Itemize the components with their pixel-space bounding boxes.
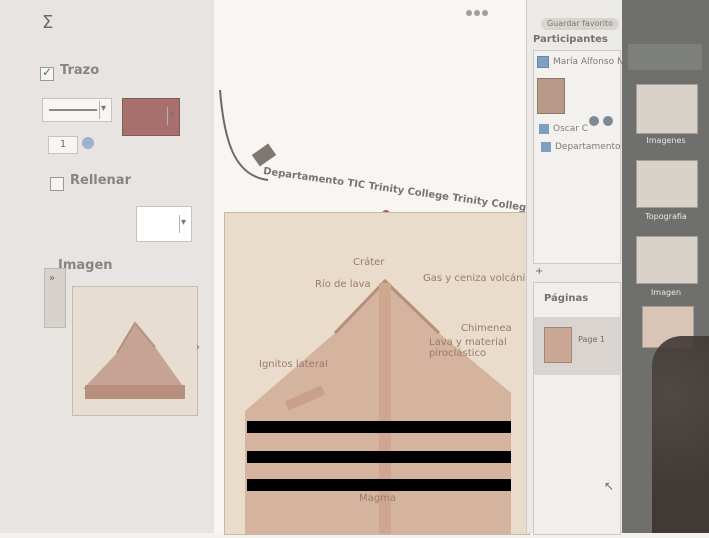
expand-collapse-handle[interactable]: »: [44, 268, 66, 328]
stroke-checkbox[interactable]: [40, 65, 54, 81]
fill-title: Rellenar: [70, 173, 131, 188]
pages-panel: Páginas Page 1 ↖: [533, 282, 621, 535]
sum-icon[interactable]: Σ: [42, 12, 58, 33]
magma-label: Magma: [359, 493, 396, 504]
volcano-thumbnail-icon: [83, 321, 185, 399]
top-status-button[interactable]: Guardar favorito: [541, 18, 619, 30]
page-thumb-row[interactable]: Page 1: [534, 317, 620, 375]
window-controls: [466, 10, 488, 22]
chevron-right-icon[interactable]: ›: [196, 342, 204, 353]
lava-layer-label: Lava y material piroclástico: [429, 337, 507, 359]
fill-color-swatch[interactable]: [136, 206, 192, 242]
page-thumbnail: [544, 327, 572, 363]
rail-thumb-3[interactable]: [636, 236, 698, 284]
lava-flow-label: Río de lava: [315, 279, 371, 290]
fill-checkbox[interactable]: [50, 177, 64, 191]
image-thumbnail[interactable]: [72, 286, 198, 416]
rail-label-1: Imagenes: [646, 136, 686, 145]
rail-label-3: Imagen: [650, 288, 682, 297]
cursor-icon: ↖: [604, 479, 615, 493]
participants-panel: Participantes Guardar favorito María Alf…: [526, 0, 688, 535]
mic-icon[interactable]: [589, 116, 599, 126]
user-icon: [537, 56, 549, 68]
participants-title: Participantes: [533, 34, 608, 45]
stroke-width-input[interactable]: 1: [48, 136, 78, 154]
stroke-title: Trazo: [60, 63, 100, 78]
images-title: Imagen: [58, 258, 113, 273]
pages-title: Páginas: [544, 293, 589, 304]
line-style-dropdown[interactable]: [42, 98, 112, 122]
rail-label-2: Topografía: [645, 212, 687, 221]
crater-label: Cráter: [353, 257, 385, 268]
left-tool-panel: Σ Trazo 1 Rellenar Imagen » ›: [0, 0, 215, 533]
participant-item-1[interactable]: Oscar C: [539, 124, 588, 134]
dot-icon: [474, 10, 480, 16]
camera-icon[interactable]: [603, 116, 613, 126]
dot-icon: [466, 10, 472, 16]
chimney-label: Chimenea: [461, 323, 512, 334]
secondary-cone-label: Ignitos lateral: [259, 359, 328, 370]
dot-icon: [482, 10, 488, 16]
rail-thumb-1[interactable]: [636, 84, 698, 134]
user-icon: [541, 142, 551, 152]
user-icon: [539, 124, 549, 134]
rail-header: [628, 44, 702, 70]
ash-label: Gas y ceniza volcánica: [423, 273, 537, 284]
stroke-color-swatch[interactable]: [122, 98, 180, 136]
person-shadow: [652, 336, 709, 533]
page-label: Page 1: [578, 335, 605, 344]
avatar: [537, 78, 565, 114]
rail-thumb-2[interactable]: [636, 160, 698, 208]
volcano-diagram[interactable]: Cráter Río de lava Gas y ceniza volcánic…: [224, 212, 537, 535]
drawn-curve-icon: [219, 89, 269, 181]
info-icon[interactable]: [82, 137, 94, 149]
add-participant-icon[interactable]: +: [535, 266, 549, 277]
